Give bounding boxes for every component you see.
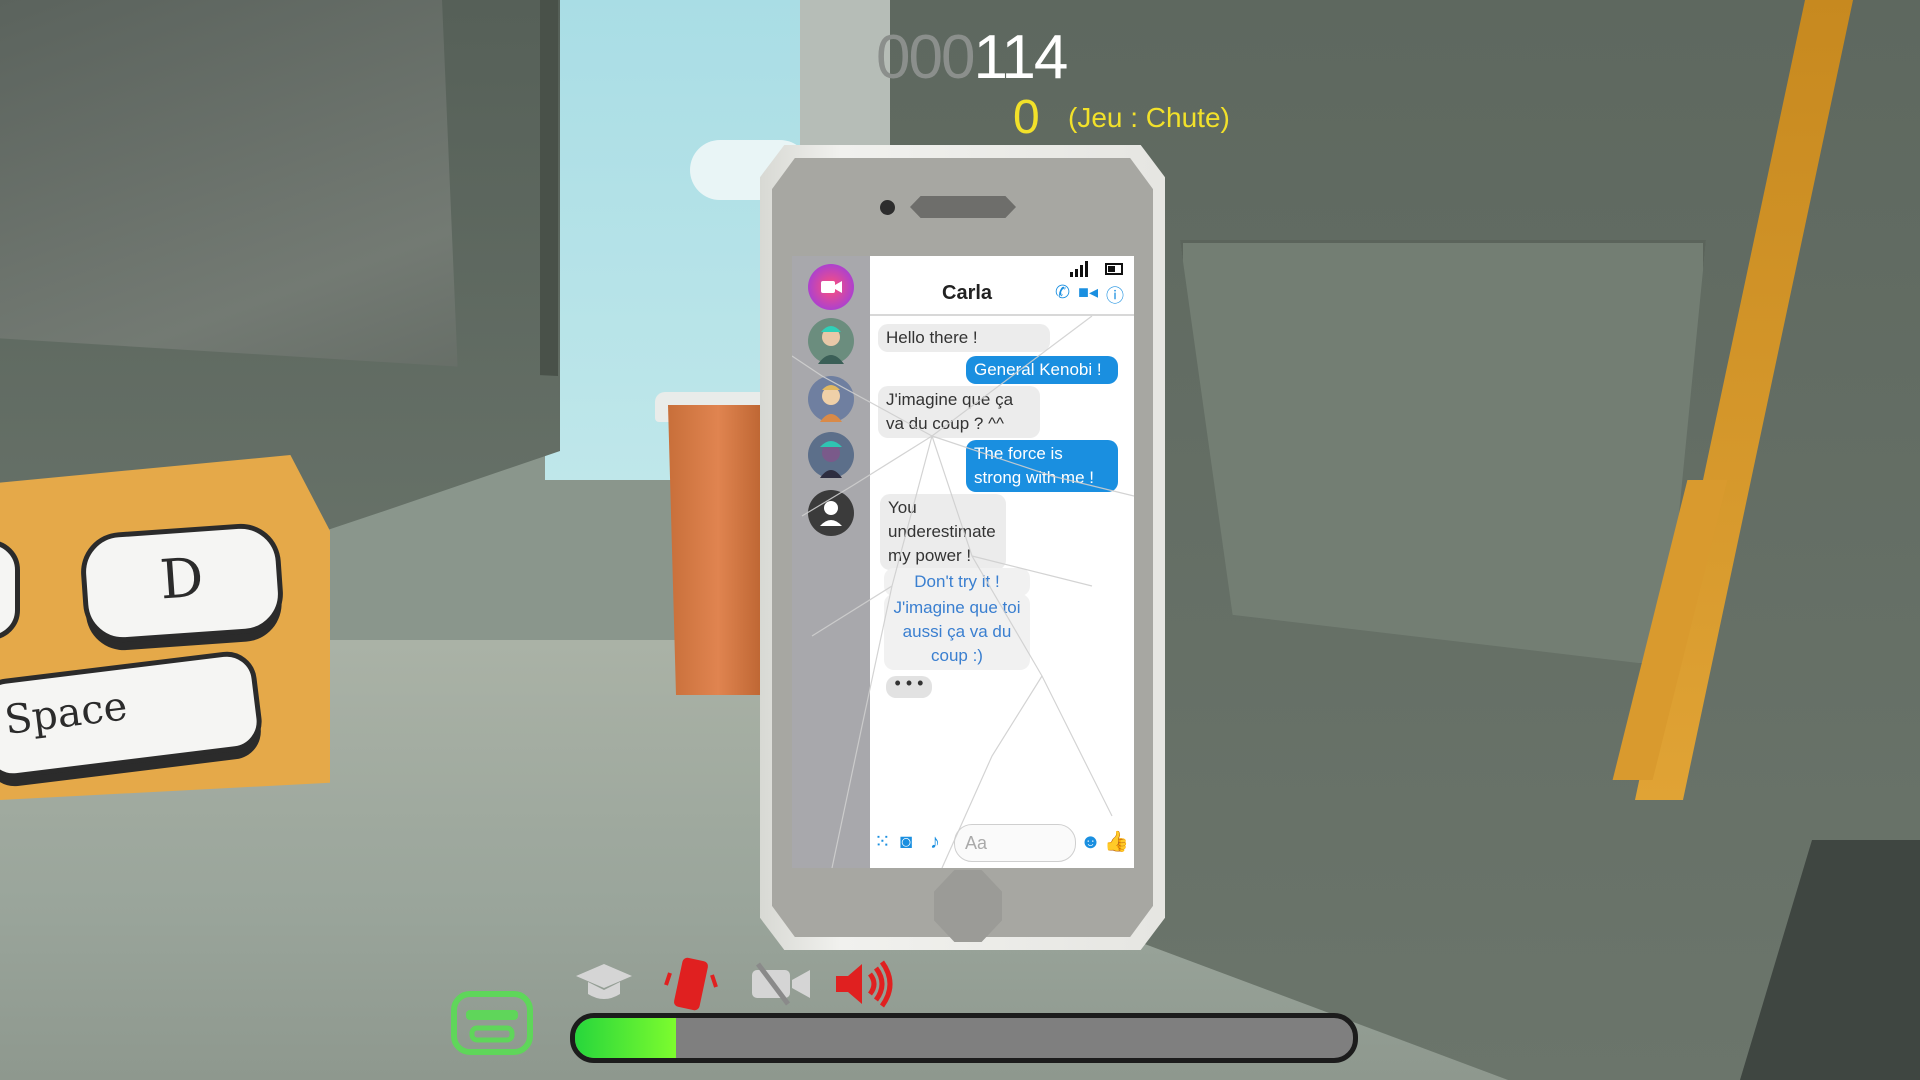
header-divider xyxy=(870,314,1134,316)
apps-icon[interactable]: ⁙ xyxy=(874,829,891,854)
message-incoming: You underestimate my power ! xyxy=(880,494,1006,570)
composer-bar: ⁙ ◙ ♪ Aa ☻ 👍 xyxy=(870,818,1134,868)
key-d-label: D xyxy=(157,545,206,612)
robot-face-icon xyxy=(451,991,533,1055)
message-outgoing: General Kenobi ! xyxy=(966,356,1118,384)
score-leading-zeros: 000 xyxy=(876,23,975,92)
contact-avatar-3[interactable] xyxy=(808,432,854,478)
chat-panel: Carla ✆ ■◂ ⓘ Hello there ! General Kenob… xyxy=(870,256,1134,868)
contact-avatar-1[interactable] xyxy=(808,318,854,364)
score-counter: 000114 xyxy=(876,22,1068,93)
progress-bar-fill xyxy=(575,1018,677,1058)
phone-camera xyxy=(880,200,895,215)
key-d-hint: D xyxy=(78,521,286,645)
speaker-icon xyxy=(836,960,893,1008)
right-shelf xyxy=(1180,240,1706,666)
score-value: 114 xyxy=(973,23,1068,92)
reply-option[interactable]: J'imagine que toi aussi ça va du coup :) xyxy=(884,594,1030,670)
chat-header-actions: ✆ ■◂ ⓘ xyxy=(1055,282,1124,308)
video-call-icon[interactable] xyxy=(808,264,854,310)
emoji-icon[interactable]: ☻ xyxy=(1080,831,1101,854)
conversation-sidebar xyxy=(792,256,870,868)
contact-avatar-2[interactable] xyxy=(808,376,854,422)
contact-name: Carla xyxy=(942,282,993,304)
phone-screen: Carla ✆ ■◂ ⓘ Hello there ! General Kenob… xyxy=(792,256,1134,868)
signal-battery-icon xyxy=(1070,261,1123,277)
camera-muted-icon xyxy=(752,962,810,1006)
thumbs-up-icon[interactable]: 👍 xyxy=(1104,829,1129,854)
reply-option[interactable]: Don't try it ! xyxy=(884,568,1030,596)
combo-counter: 0 xyxy=(1013,91,1040,144)
info-icon[interactable]: ⓘ xyxy=(1106,282,1124,308)
key-space-label: Space xyxy=(2,683,130,744)
typing-indicator: • • • xyxy=(886,674,932,698)
message-incoming: J'imagine que ça va du coup ? ^^ xyxy=(878,386,1040,438)
phone-call-icon[interactable]: ✆ xyxy=(1055,282,1070,308)
camera-icon[interactable]: ◙ xyxy=(900,831,912,854)
microphone-icon[interactable]: ♪ xyxy=(930,831,940,854)
phone-speaker xyxy=(910,196,1016,218)
message-incoming: Hello there ! xyxy=(878,324,1050,352)
graduation-cap-icon xyxy=(576,964,632,999)
status-bar xyxy=(1070,260,1126,283)
coffee-cup xyxy=(668,405,768,695)
game-mode-label: (Jeu : Chute) xyxy=(1068,102,1230,133)
video-camera-icon[interactable]: ■◂ xyxy=(1078,282,1098,308)
contact-avatar-4[interactable] xyxy=(808,490,854,536)
message-outgoing: The force is strong with me ! xyxy=(966,440,1118,492)
progress-bar xyxy=(570,1013,1358,1063)
message-input-placeholder: Aa xyxy=(965,833,988,853)
phone-shake-icon xyxy=(664,957,718,1011)
message-input[interactable]: Aa xyxy=(954,824,1076,862)
